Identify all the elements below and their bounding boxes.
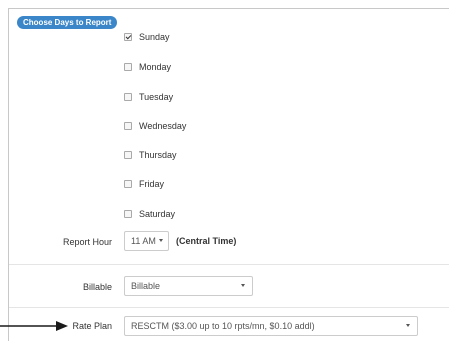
- checkbox-icon[interactable]: [124, 33, 132, 41]
- rate-plan-select[interactable]: RESCTM ($3.00 up to 10 rpts/mn, $0.10 ad…: [124, 316, 418, 336]
- rate-plan-label: Rate Plan: [72, 321, 112, 331]
- billable-value: Billable: [131, 281, 161, 291]
- checkbox-icon[interactable]: [124, 151, 132, 159]
- day-option-friday[interactable]: Friday: [124, 177, 164, 191]
- report-hour-value: 11 AM: [131, 236, 156, 246]
- day-label: Thursday: [139, 150, 177, 160]
- day-option-monday[interactable]: Monday: [124, 60, 171, 74]
- choose-days-badge: Choose Days to Report: [17, 16, 118, 29]
- day-option-sunday[interactable]: Sunday: [124, 30, 170, 44]
- day-label: Sunday: [139, 32, 170, 42]
- day-option-wednesday[interactable]: Wednesday: [124, 119, 186, 133]
- report-hour-select[interactable]: 11 AM: [124, 231, 169, 251]
- report-hour-label: Report Hour: [62, 237, 112, 247]
- section-divider: [9, 307, 449, 308]
- day-label: Friday: [139, 179, 165, 189]
- day-label: Monday: [139, 62, 172, 72]
- chevron-down-icon: [406, 324, 410, 327]
- arrow-right-icon: [0, 321, 68, 331]
- checkbox-icon[interactable]: [124, 180, 132, 188]
- day-label: Tuesday: [139, 92, 174, 102]
- day-option-tuesday[interactable]: Tuesday: [124, 90, 173, 104]
- day-option-thursday[interactable]: Thursday: [124, 148, 177, 162]
- day-label: Saturday: [139, 209, 176, 219]
- billable-select[interactable]: Billable: [124, 276, 253, 296]
- day-label: Wednesday: [139, 121, 187, 131]
- checkbox-icon[interactable]: [124, 93, 132, 101]
- timezone-note: (Central Time): [176, 236, 237, 246]
- checkbox-icon[interactable]: [124, 122, 132, 130]
- section-divider: [9, 264, 449, 265]
- rate-plan-value: RESCTM ($3.00 up to 10 rpts/mn, $0.10 ad…: [131, 321, 315, 331]
- chevron-down-icon: [159, 239, 163, 242]
- billable-label: Billable: [82, 282, 112, 292]
- checkbox-icon[interactable]: [124, 210, 132, 218]
- checkbox-icon[interactable]: [124, 63, 132, 71]
- chevron-down-icon: [241, 284, 245, 287]
- day-option-saturday[interactable]: Saturday: [124, 207, 175, 221]
